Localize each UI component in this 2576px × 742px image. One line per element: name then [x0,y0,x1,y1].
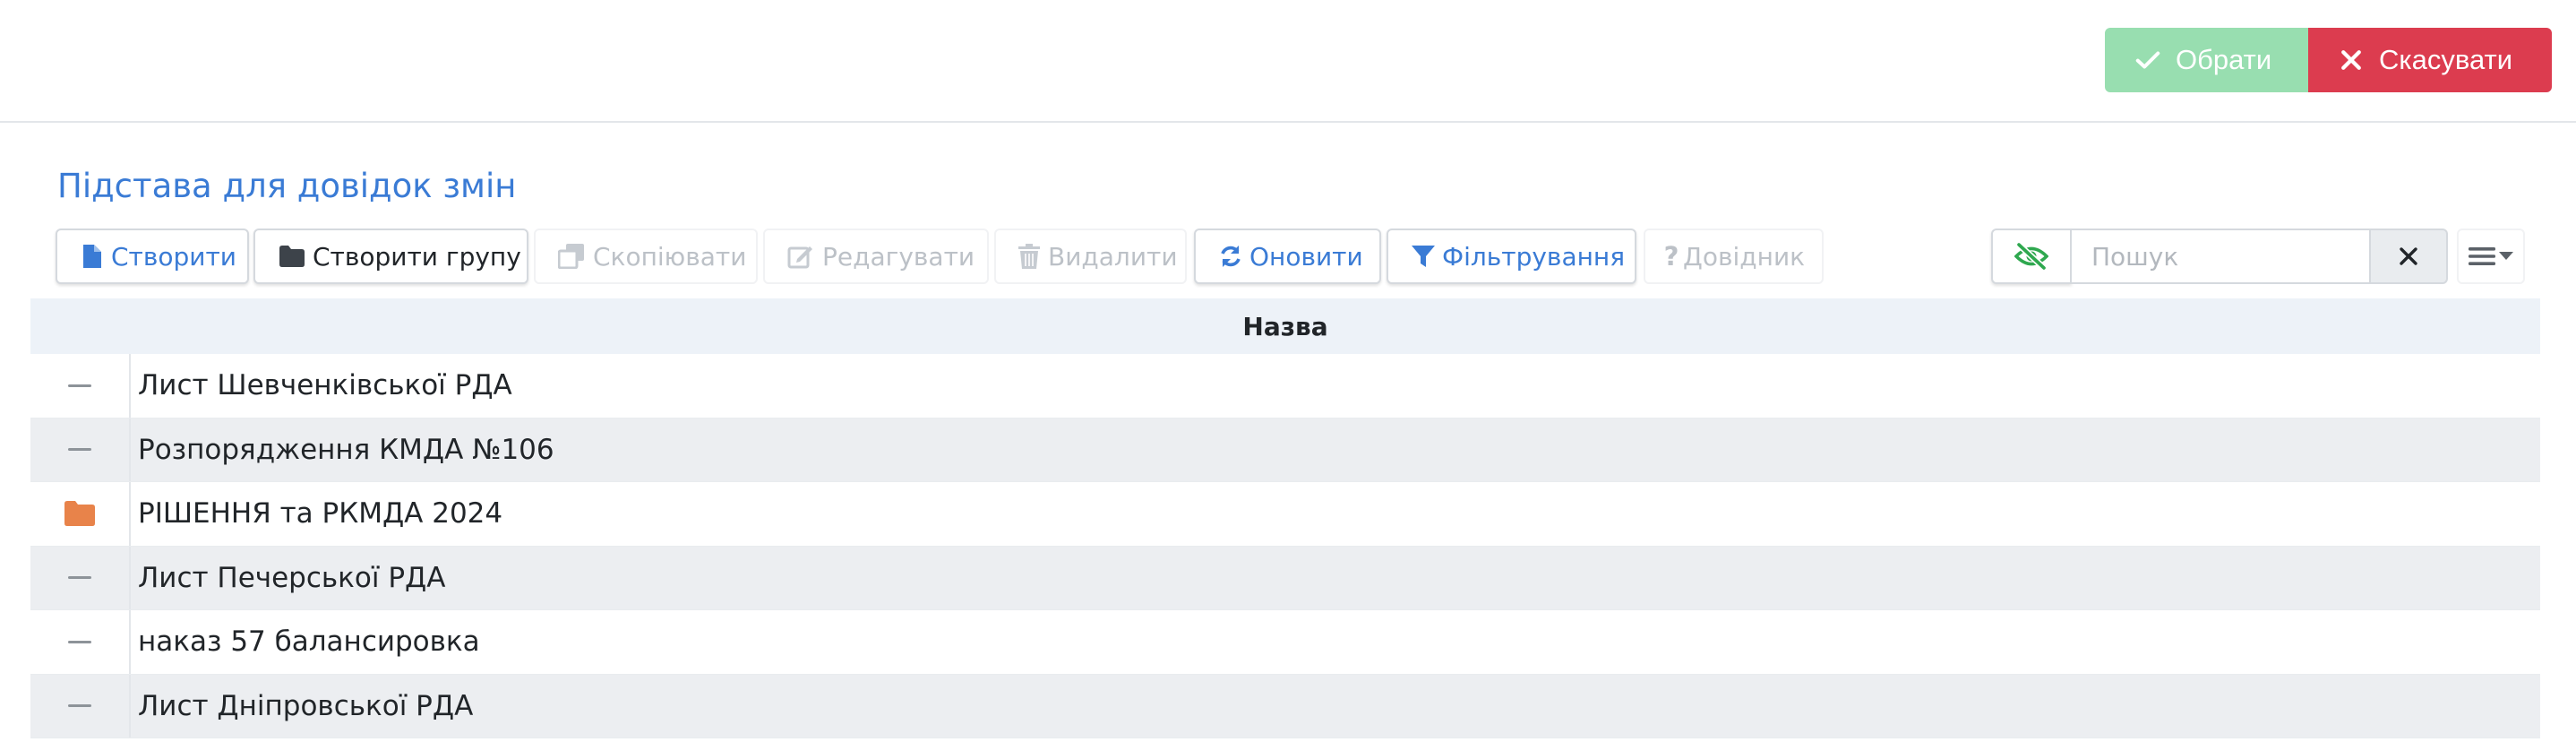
dash-icon [68,576,91,580]
select-button-label: Обрати [2176,44,2272,75]
row-icon-cell [30,418,131,481]
file-icon [81,244,104,269]
visibility-toggle-button[interactable] [1991,229,2072,284]
table-row[interactable]: наказ 57 балансировка [30,610,2540,675]
create-group-button-label: Створити групу [313,241,521,272]
row-name: Розпорядження КМДА №106 [138,433,554,466]
chevron-down-icon [2499,252,2513,261]
column-header-name[interactable]: Назва [1242,312,1327,341]
row-icon-cell [30,610,131,674]
help-button-label: Довідник [1683,241,1806,272]
edit-icon [786,244,815,269]
items-table: Назва Лист Шевченківської РДА Розпорядже… [30,298,2540,738]
row-name: наказ 57 балансировка [138,626,480,659]
close-icon [2399,246,2418,266]
table-header: Назва [30,298,2540,354]
folder-icon [64,501,95,527]
toolbar: Створити Створити групу Скопіювати Редаг… [0,229,2576,284]
top-bar: Обрати Скасувати [0,0,2576,123]
search-clear-button[interactable] [2371,229,2448,284]
create-group-button[interactable]: Створити групу [253,229,528,284]
row-icon-cell [30,674,131,738]
folder-icon [279,244,305,269]
edit-button-label: Редагувати [822,241,975,272]
delete-button[interactable]: Видалити [994,229,1187,284]
dash-icon [68,448,91,452]
create-button-label: Створити [111,241,236,272]
filter-icon [1412,244,1435,269]
cancel-button-label: Скасувати [2379,44,2513,75]
trash-icon [1018,244,1041,269]
row-name: Лист Печерської РДА [138,561,446,594]
copy-button[interactable]: Скопіювати [534,229,758,284]
table-row[interactable]: Лист Печерської РДА [30,546,2540,610]
dialog-actions: Обрати Скасувати [2105,28,2552,92]
copy-button-label: Скопіювати [593,241,747,272]
dash-icon [68,640,91,643]
dash-icon [68,704,91,708]
edit-button[interactable]: Редагувати [763,229,989,284]
dash-icon [68,384,91,387]
select-button[interactable]: Обрати [2105,28,2308,92]
menu-icon [2469,246,2495,267]
page-title: Підстава для довідок змін [57,167,517,205]
row-name: Лист Дніпровської РДА [138,689,474,722]
table-row[interactable]: Лист Дніпровської РДА [30,674,2540,738]
create-button[interactable]: Створити [56,229,249,284]
row-icon-cell [30,546,131,609]
refresh-icon [1219,244,1242,269]
copy-icon [557,244,586,269]
delete-button-label: Видалити [1048,241,1178,272]
columns-menu-button[interactable] [2457,229,2525,284]
row-name: Лист Шевченківської РДА [138,369,512,402]
filter-button[interactable]: Фільтрування [1387,229,1636,284]
cancel-button[interactable]: Скасувати [2308,28,2552,92]
check-icon [2134,47,2161,73]
row-name: РІШЕННЯ та РКМДА 2024 [138,497,503,531]
table-row[interactable]: Розпорядження КМДА №106 [30,418,2540,482]
search-input[interactable] [2072,229,2371,284]
row-icon-cell [30,354,131,418]
close-icon [2338,47,2365,73]
question-icon: ? [1663,241,1679,272]
eye-slash-icon [2014,243,2048,270]
table-row[interactable]: Лист Шевченківської РДА [30,354,2540,418]
refresh-button-label: Оновити [1249,241,1363,272]
refresh-button[interactable]: Оновити [1194,229,1381,284]
filter-button-label: Фільтрування [1442,241,1626,272]
row-icon-cell [30,482,131,546]
table-row[interactable]: РІШЕННЯ та РКМДА 2024 [30,482,2540,547]
help-button[interactable]: ? Довідник [1644,229,1824,284]
